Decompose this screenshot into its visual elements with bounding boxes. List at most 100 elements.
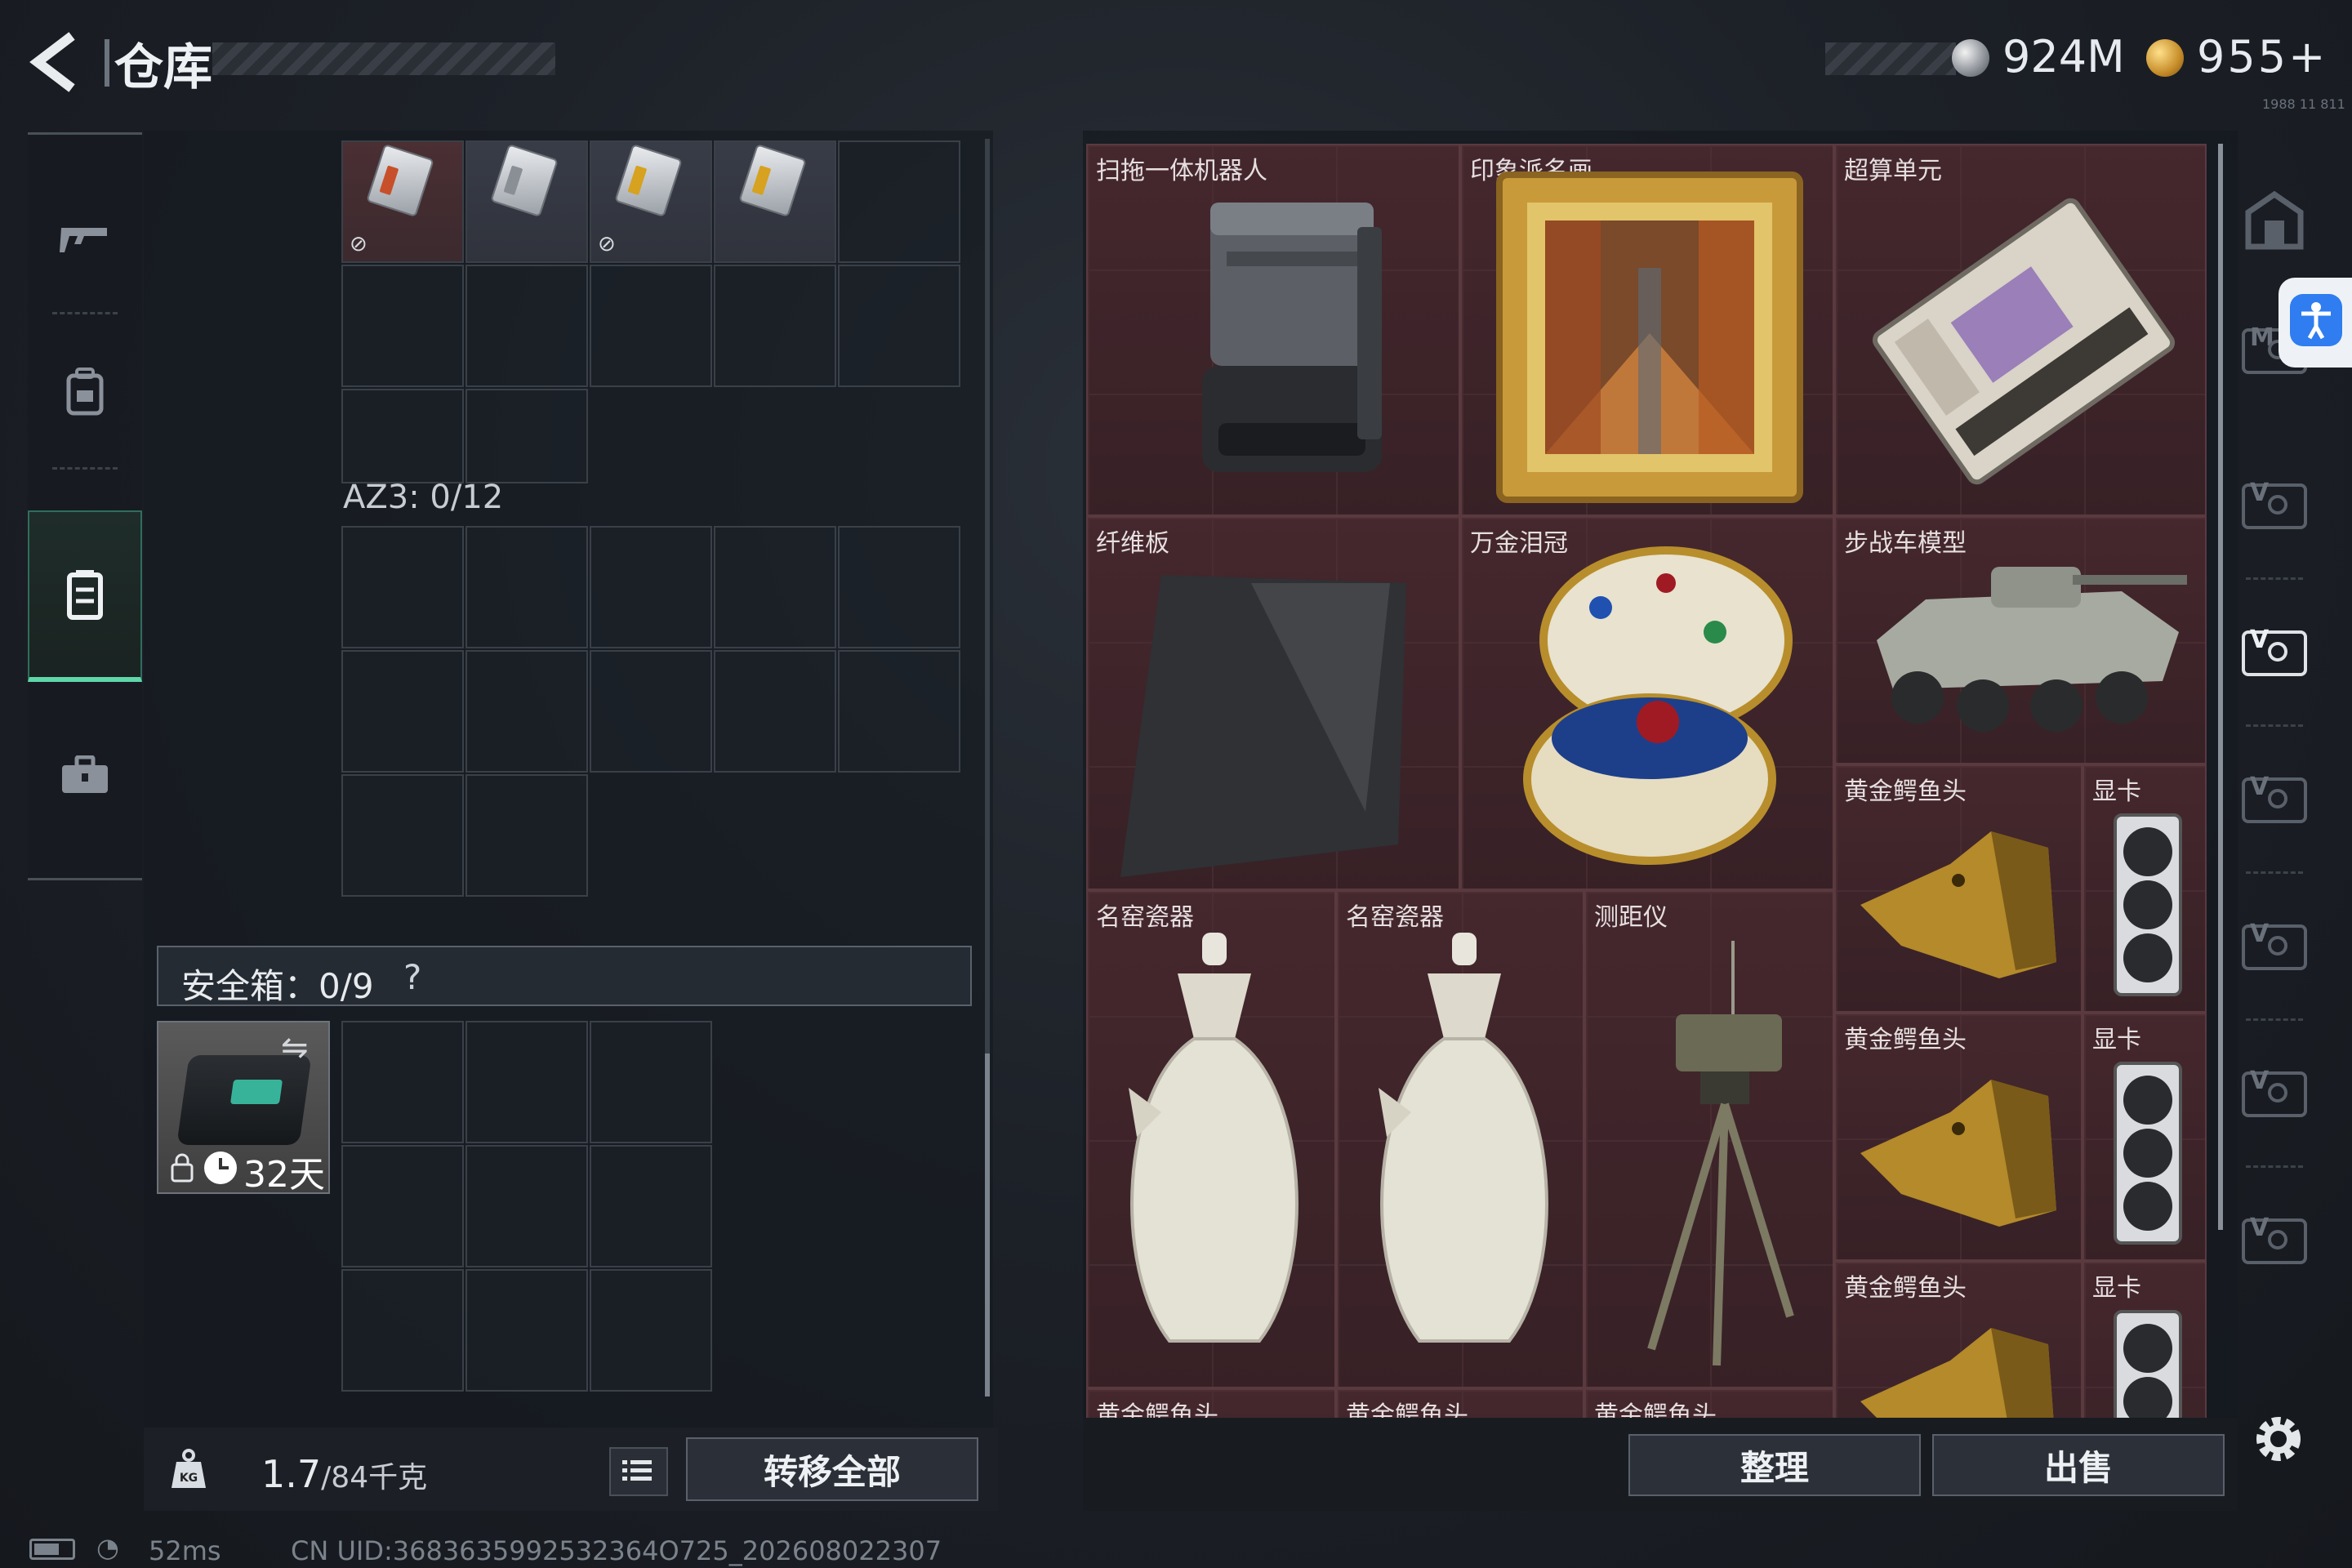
sidebar-item-container[interactable] (28, 510, 142, 682)
swap-icon[interactable]: ⇋ (281, 1029, 309, 1067)
grid-slot[interactable] (838, 140, 960, 263)
left-category-sidebar (28, 132, 142, 880)
storage-tab-2[interactable]: V (2238, 457, 2311, 580)
item-golden-croc-head-2[interactable]: 黄金鳄鱼头 (1834, 1013, 2082, 1261)
clock-icon (204, 1152, 237, 1184)
vault-icon: V (2242, 773, 2307, 823)
ping-text: 52ms (149, 1535, 221, 1566)
grid-slot[interactable] (590, 526, 712, 648)
item-robot-vacuum[interactable]: 扫拖一体机器人 (1086, 144, 1460, 516)
settings-gear-icon[interactable] (2246, 1406, 2311, 1472)
grid-slot[interactable] (714, 650, 836, 773)
sort-button[interactable]: 整理 (1628, 1434, 1921, 1496)
grid-slot[interactable] (466, 389, 588, 483)
grid-slot[interactable] (466, 1021, 588, 1143)
item-golden-croc-head[interactable]: 黄金鳄鱼头 (1834, 764, 2082, 1013)
item-impressionist-painting[interactable]: 印象派名画 (1460, 144, 1834, 516)
currency-silver-amount[interactable]: 924M (2002, 31, 2125, 82)
porcelain-vase-image (1379, 933, 1548, 1343)
grid-slot[interactable] (341, 389, 464, 483)
item-rangefinder[interactable]: 测距仪 (1584, 890, 1834, 1388)
tiny-status-text: 1988 11 811 (2262, 96, 2345, 112)
robot-vacuum-image (1202, 203, 1382, 472)
vault-icon: V (2242, 920, 2307, 970)
grid-slot[interactable] (590, 1021, 712, 1143)
item-golden-croc-head-4[interactable]: 黄金鳄鱼头 (1086, 1388, 1336, 1418)
safe-box-grid (341, 1021, 714, 1393)
sell-button[interactable]: 出售 (1932, 1434, 2225, 1496)
item-porcelain-vase[interactable]: 名窑瓷器 (1086, 890, 1336, 1388)
item-label: 黄金鳄鱼头 (1594, 1401, 1717, 1418)
item-supercomputer-unit[interactable]: 超算单元 (1834, 144, 2207, 516)
grid-slot[interactable] (341, 526, 464, 648)
grid-slot[interactable] (466, 526, 588, 648)
safe-box-item[interactable]: ⇋ 32天 (157, 1021, 330, 1196)
grid-slot-key-gray[interactable] (466, 140, 588, 263)
storage-tab-3-active[interactable]: V (2238, 604, 2311, 727)
item-porcelain-vase-2[interactable]: 名窑瓷器 (1336, 890, 1584, 1388)
storage-tab-home[interactable] (2238, 172, 2311, 270)
no-entry-icon: ⊘ (350, 232, 368, 256)
grid-slot[interactable] (466, 650, 588, 773)
grid-slot[interactable] (341, 265, 464, 387)
transfer-all-button[interactable]: 转移全部 (686, 1437, 978, 1501)
item-golden-croc-head-6[interactable]: 黄金鳄鱼头 (1584, 1388, 1834, 1418)
item-fiber-board[interactable]: 纤维板 (1086, 516, 1460, 890)
grid-slot[interactable] (590, 1269, 712, 1392)
grid-slot-key-yellow-2[interactable] (714, 140, 836, 263)
grid-slot[interactable] (590, 265, 712, 387)
grid-slot[interactable] (590, 650, 712, 773)
sidebar-item-briefcase[interactable] (28, 698, 142, 853)
grid-slot[interactable] (714, 526, 836, 648)
list-icon (622, 1460, 652, 1481)
storage-tab-7[interactable]: V (2238, 1192, 2311, 1290)
safe-box-help-button[interactable]: ? (403, 957, 421, 997)
weight-value: 1.7/84千克 (261, 1452, 427, 1496)
accessibility-button[interactable] (2278, 278, 2352, 368)
item-graphics-card-3[interactable]: 显卡 (2082, 1261, 2207, 1418)
grid-slot[interactable] (838, 526, 960, 648)
vault-icon: V (2242, 479, 2307, 529)
grid-slot[interactable] (714, 265, 836, 387)
grid-slot[interactable] (466, 774, 588, 897)
grid-slot[interactable] (838, 650, 960, 773)
grid-slot[interactable] (341, 774, 464, 897)
item-golden-croc-head-5[interactable]: 黄金鳄鱼头 (1336, 1388, 1584, 1418)
currency-gold-amount[interactable]: 955+ (2197, 31, 2328, 82)
grid-slot[interactable] (341, 650, 464, 773)
storage-home-icon (2245, 190, 2304, 250)
golden-croc-image (1860, 1080, 2056, 1227)
grid-slot[interactable] (341, 1269, 464, 1392)
storage-tab-5[interactable]: V (2238, 898, 2311, 1021)
grid-slot-key-yellow[interactable]: ⊘ (590, 140, 712, 263)
sidebar-item-weapons[interactable] (28, 159, 142, 314)
item-graphics-card[interactable]: 显卡 (2082, 764, 2207, 1013)
right-scrollbar[interactable] (2218, 144, 2223, 1230)
grid-slot[interactable] (466, 1269, 588, 1392)
az3-capacity-label: AZ3: 0/12 (343, 479, 504, 516)
item-label: 黄金鳄鱼头 (1096, 1401, 1218, 1418)
item-ifv-model[interactable]: 步战车模型 (1834, 516, 2207, 764)
left-scrollbar-thumb[interactable] (985, 1054, 990, 1396)
item-graphics-card-2[interactable]: 显卡 (2082, 1013, 2207, 1261)
grid-slot-key-red[interactable]: ⊘ (341, 140, 464, 263)
weight-bar: KG 1.7/84千克 转移全部 (144, 1428, 998, 1511)
storage-tab-4[interactable]: V (2238, 751, 2311, 874)
jeweled-egg-image (1523, 546, 1793, 865)
safe-case-tag (229, 1080, 283, 1104)
grid-slot[interactable] (341, 1145, 464, 1267)
storage-tab-6[interactable]: V (2238, 1045, 2311, 1168)
grid-slot[interactable] (466, 1145, 588, 1267)
back-arrow-icon[interactable] (24, 29, 90, 95)
golden-croc-image (1860, 831, 2056, 978)
painting-image (1496, 172, 1803, 503)
item-jeweled-crown[interactable]: 万金泪冠 (1460, 516, 1834, 890)
item-golden-croc-head-3[interactable]: 黄金鳄鱼头 (1834, 1261, 2082, 1418)
grid-slot[interactable] (590, 1145, 712, 1267)
grid-slot[interactable] (838, 265, 960, 387)
grid-slot[interactable] (341, 1021, 464, 1143)
grid-slot[interactable] (466, 265, 588, 387)
currency-decoration (1825, 42, 1956, 75)
list-view-button[interactable] (609, 1447, 668, 1496)
sidebar-item-backpack[interactable] (28, 314, 142, 470)
